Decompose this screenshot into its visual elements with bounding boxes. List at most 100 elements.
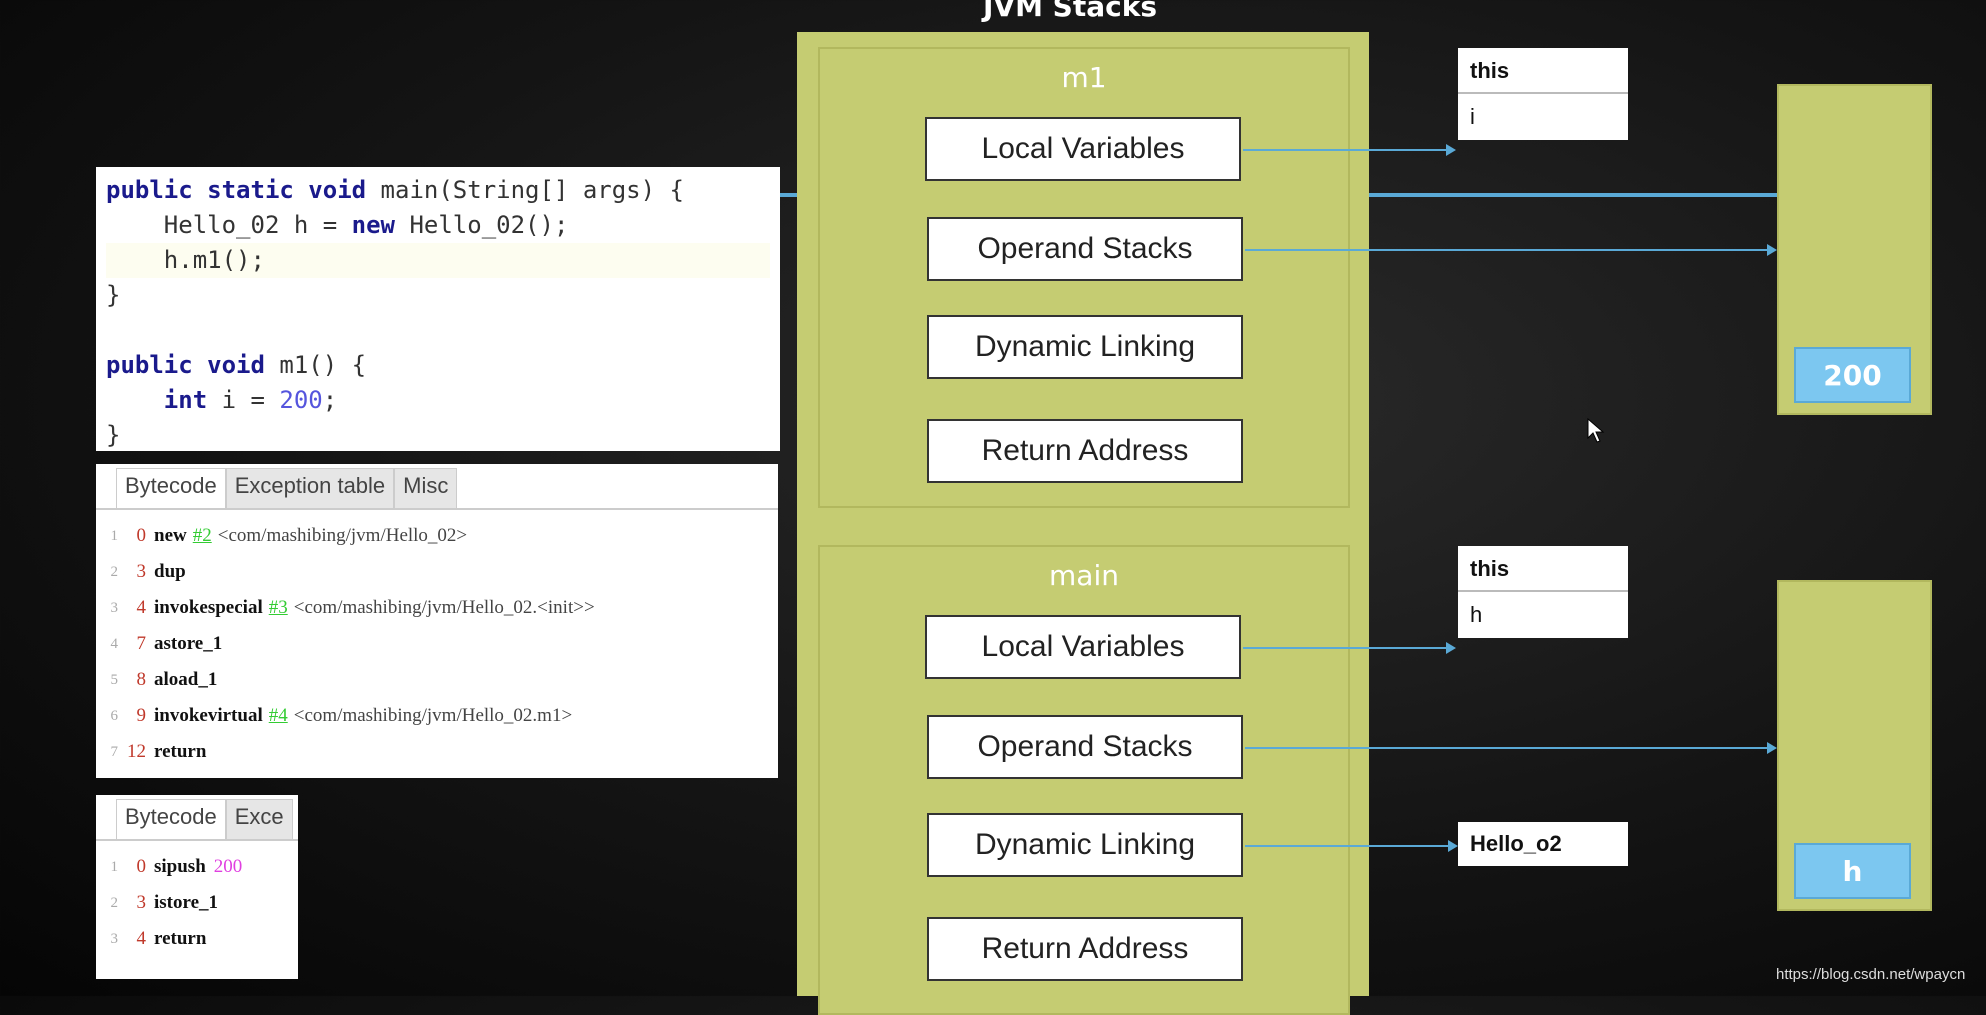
opcode: aload_1 bbox=[154, 669, 218, 690]
frame-operand-stacks: Operand Stacks bbox=[927, 715, 1243, 779]
code-line: int i = 200; bbox=[106, 383, 770, 418]
arrow-head-icon bbox=[1448, 840, 1458, 852]
tab-exception-table[interactable]: Exception table bbox=[225, 468, 395, 508]
current-frame-line bbox=[780, 193, 797, 197]
bytecode-row: 2 3 istore_1 bbox=[96, 885, 298, 921]
local-variable-table: this i bbox=[1458, 48, 1628, 140]
opcode: return bbox=[154, 741, 207, 762]
line-number: 3 bbox=[110, 600, 119, 616]
offset: 4 bbox=[136, 928, 147, 949]
line-number: 3 bbox=[110, 931, 119, 947]
offset: 12 bbox=[127, 741, 146, 762]
frame-dynamic-linking: Dynamic Linking bbox=[927, 813, 1243, 877]
constant-ref-link[interactable]: #4 bbox=[269, 698, 288, 734]
code-line: } bbox=[106, 418, 770, 453]
local-slot: i bbox=[1470, 104, 1475, 129]
code-token: public static void bbox=[106, 176, 367, 204]
offset: 0 bbox=[136, 525, 147, 546]
class-ref: Hello_o2 bbox=[1470, 831, 1562, 856]
bytecode-row: 5 8 aload_1 bbox=[96, 662, 778, 698]
frame-return-address: Return Address bbox=[927, 419, 1243, 483]
line-number: 2 bbox=[110, 564, 119, 580]
operand-value: 200 bbox=[213, 856, 243, 877]
watermark: https://blog.csdn.net/wpaycn bbox=[1776, 966, 1966, 983]
code-token: public void bbox=[106, 351, 265, 379]
frame-name: main bbox=[1049, 559, 1119, 592]
tab-misc[interactable]: Misc bbox=[394, 468, 458, 508]
code-token: } bbox=[106, 281, 121, 309]
local-slot: h bbox=[1470, 602, 1483, 627]
code-line: h.m1(); bbox=[106, 243, 770, 278]
local-slot: this bbox=[1458, 546, 1628, 592]
offset: 0 bbox=[136, 856, 147, 877]
line-number: 6 bbox=[110, 708, 119, 724]
local-slot: this bbox=[1458, 48, 1628, 94]
offset: 7 bbox=[136, 633, 147, 654]
code-token: m1() { bbox=[264, 351, 367, 379]
arrow-head-icon bbox=[1767, 742, 1777, 754]
code-line: public static void main(String[] args) { bbox=[106, 173, 770, 208]
constant-ref-link[interactable]: #2 bbox=[193, 518, 212, 554]
code-token: i = bbox=[207, 386, 280, 414]
tab-exce[interactable]: Exce bbox=[225, 799, 293, 839]
bytecode-panel-main: Bytecode Exception table Misc 1 0 new #2 <com/m… bbox=[96, 464, 778, 778]
line-number: 7 bbox=[110, 744, 119, 760]
arrow-locals bbox=[1243, 647, 1448, 649]
bytecode-row: 3 4 invokespecial #3 <com/mashibing/jvm/Hell… bbox=[96, 590, 778, 626]
code-token: Hello_02 h = bbox=[106, 211, 352, 239]
opcode: invokespecial bbox=[154, 597, 263, 618]
code-token: int bbox=[163, 386, 208, 414]
tab-bytecode[interactable]: Bytecode bbox=[116, 468, 226, 508]
frame-name: m1 bbox=[1061, 61, 1107, 94]
line-number: 2 bbox=[110, 895, 119, 911]
frame-dynamic-linking: Dynamic Linking bbox=[927, 315, 1243, 379]
opcode: sipush bbox=[154, 856, 206, 877]
bytecode-row: 7 12 return bbox=[96, 734, 778, 770]
offset: 3 bbox=[136, 561, 147, 582]
arrow-operand-stack bbox=[1245, 747, 1767, 749]
offset: 4 bbox=[136, 597, 147, 618]
frame-local-variables: Local Variables bbox=[925, 117, 1241, 181]
constant-ref-link[interactable]: #3 bbox=[269, 590, 288, 626]
code-token: ; bbox=[322, 386, 338, 414]
code-token: Hello_02(); bbox=[395, 211, 569, 239]
bytecode-panel-m1: Bytecode Exce 1 0 sipush 200 2 3 istore_1 3 4 retur… bbox=[96, 795, 298, 979]
arrow-head-icon bbox=[1446, 144, 1456, 156]
code-line: Hello_02 h = new Hello_02(); bbox=[106, 208, 770, 243]
code-token: } bbox=[106, 421, 121, 449]
opcode: dup bbox=[154, 561, 186, 582]
bytecode-row: 1 0 new #2 <com/mashibing/jvm/Hello_02> bbox=[96, 518, 778, 554]
current-frame-line bbox=[1369, 193, 1777, 197]
code-line: public void m1() { bbox=[106, 348, 770, 383]
bytecode-row: 4 7 astore_1 bbox=[96, 626, 778, 662]
operand-stack-value: h bbox=[1794, 843, 1911, 899]
dynamic-link-target: Hello_o2 bbox=[1458, 822, 1628, 866]
operand-stack-value: 200 bbox=[1794, 347, 1911, 403]
frame-return-address: Return Address bbox=[927, 917, 1243, 981]
code-token: new bbox=[351, 211, 395, 239]
opcode: istore_1 bbox=[154, 892, 219, 913]
bytecode-row: 6 9 invokevirtual #4 <com/mashibing/jvm/Hell… bbox=[96, 698, 778, 734]
code-line: } bbox=[106, 278, 770, 313]
frame-operand-stacks: Operand Stacks bbox=[927, 217, 1243, 281]
line-number: 4 bbox=[110, 636, 119, 652]
opcode: return bbox=[154, 928, 207, 949]
tab-bytecode[interactable]: Bytecode bbox=[116, 799, 226, 839]
code-token: main(String[] args) { bbox=[366, 176, 684, 204]
line-number: 5 bbox=[110, 672, 119, 688]
code-line bbox=[106, 313, 770, 348]
offset: 9 bbox=[136, 705, 147, 726]
code-token: h.m1(); bbox=[106, 246, 265, 274]
operand: <com/mashibing/jvm/Hello_02.m1> bbox=[293, 705, 573, 726]
offset: 3 bbox=[136, 892, 147, 913]
bytecode-row: 3 4 return bbox=[96, 921, 298, 957]
opcode: invokevirtual bbox=[154, 705, 263, 726]
local-variable-table: this h bbox=[1458, 546, 1628, 638]
line-number: 1 bbox=[110, 859, 119, 875]
arrow-locals bbox=[1243, 149, 1448, 151]
arrow-operand-stack bbox=[1245, 249, 1767, 251]
frame-local-variables: Local Variables bbox=[925, 615, 1241, 679]
arrow-head-icon bbox=[1767, 244, 1777, 256]
